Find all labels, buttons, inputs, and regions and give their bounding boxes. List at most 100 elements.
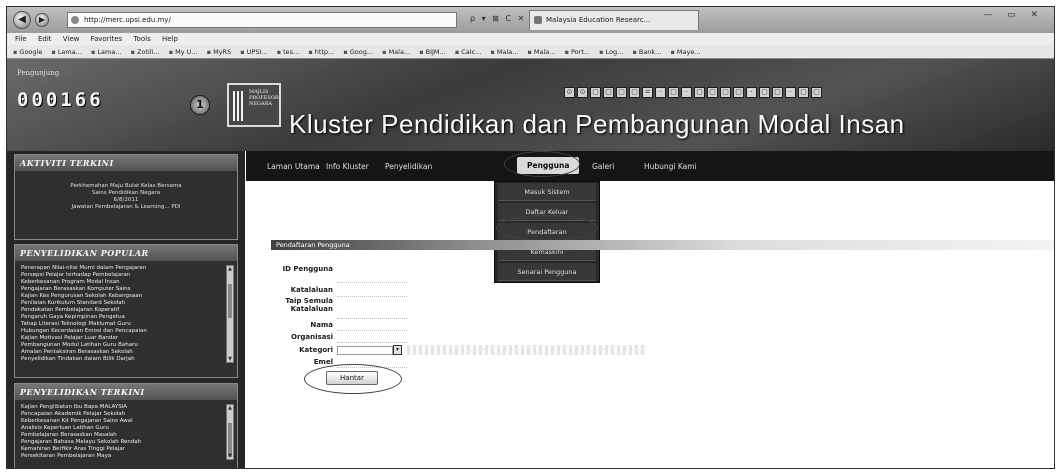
menu-file[interactable]: File <box>15 35 27 43</box>
favorite-link[interactable]: Mala... <box>528 48 556 56</box>
research-link[interactable]: Penilaian Kurikulum Standard Sekolah <box>21 300 223 307</box>
scroll-up-icon[interactable]: ▲ <box>227 266 233 272</box>
favorite-link[interactable]: Maye... <box>670 48 700 56</box>
header-deco-icon: · <box>785 87 796 98</box>
menu-tools[interactable]: Tools <box>133 35 150 43</box>
latest-research-list[interactable]: ▲ ▼ Kajian Penglibatan Ibu Bapa MALAYSIA P… <box>15 400 237 464</box>
favorite-link[interactable]: My U... <box>169 48 198 56</box>
research-link[interactable]: Pendekatan Pembelajaran Koperatif <box>21 307 223 314</box>
taip-semula-katalaluan-input[interactable] <box>337 309 407 319</box>
research-link[interactable]: Pembelajaran Berasaskan Masalah <box>21 432 223 439</box>
nama-input[interactable] <box>337 321 407 331</box>
latest-scrollbar[interactable]: ▲ ▼ <box>226 404 234 460</box>
address-controls[interactable]: ρ ▾ ⊠ C ✕ <box>470 14 526 23</box>
favorite-link[interactable]: Google <box>13 48 42 56</box>
activity-heading: AKTIVITI TERKINI <box>15 155 237 171</box>
header-deco-icon: ▢ <box>798 87 809 98</box>
scroll-down-icon[interactable]: ▼ <box>227 453 233 459</box>
council-logo: MAJLIS PROFESOR NEGARA <box>227 83 281 127</box>
favorite-link[interactable]: http... <box>308 48 334 56</box>
katalaluan-input[interactable] <box>337 287 407 297</box>
favorite-link[interactable]: Bank... <box>632 48 661 56</box>
scroll-down-icon[interactable]: ▼ <box>227 356 233 362</box>
favorite-link[interactable]: Lama... <box>91 48 122 56</box>
label-organisasi: Organisasi <box>291 333 333 341</box>
favorite-link[interactable]: Mala... <box>490 48 518 56</box>
tab-title: Malaysia Education Researc... <box>546 16 651 24</box>
favorite-link[interactable]: tes... <box>277 48 300 56</box>
favorites-bar: Google Lama... Lama... Zotili... My U...… <box>7 45 1054 59</box>
favorite-link[interactable]: BIJM... <box>419 48 446 56</box>
favorite-link[interactable]: Port... <box>565 48 591 56</box>
highlight-oval-hantar <box>304 364 402 394</box>
window-controls[interactable]: — ▭ ✕ <box>983 10 1044 20</box>
research-link[interactable]: Amalan Pentaksiran Berasaskan Sekolah <box>21 349 223 356</box>
research-link[interactable]: Pengaruh Gaya Kepimpinan Pengetua <box>21 314 223 321</box>
site-favicon-icon <box>71 16 79 24</box>
header-deco-icon: · <box>681 87 692 98</box>
header-icon-strip: ⊙ ⊙ ▢ ▢ ▢ ▢ = · ▢ · ▢ ▢ ▢ ▢ · ▢ ▢ · ▢ ▢ <box>564 87 822 98</box>
research-link[interactable]: Pengajaran Bahasa Melayu Sekolah Rendah <box>21 439 223 446</box>
id-pengguna-input[interactable] <box>337 273 407 283</box>
site-header: Pengunjung 000166 1 MAJLIS PROFESOR NEGA… <box>7 59 1054 151</box>
organisasi-input[interactable] <box>337 333 407 343</box>
research-link[interactable]: Tahap Literasi Teknologi Maklumat Guru <box>21 321 223 328</box>
menu-help[interactable]: Help <box>162 35 178 43</box>
research-link[interactable]: Pencapaian Akademik Pelajar Sekolah <box>21 411 223 418</box>
research-link[interactable]: Keberkesanan Program Modal Insan <box>21 279 223 286</box>
tab-favicon-icon <box>534 16 542 24</box>
activity-line: Sains Pendidikan Negara <box>91 190 161 196</box>
scroll-thumb[interactable] <box>228 423 232 457</box>
visitor-counter-label: Pengunjung <box>17 69 60 77</box>
popular-scrollbar[interactable]: ▲ ▼ <box>226 265 234 363</box>
popular-research-list[interactable]: ▲ ▼ Penerapan Nilai-nilai Murni dalam Pen… <box>15 261 237 367</box>
favorite-link[interactable]: Mala... <box>382 48 410 56</box>
dropdown-item-masuk-sistem[interactable]: Masuk Sistem <box>498 183 596 201</box>
header-deco-icon: ▢ <box>629 87 640 98</box>
chevron-down-icon[interactable]: ▾ <box>393 345 402 355</box>
favorite-link[interactable]: Calc... <box>455 48 482 56</box>
label-katalaluan: Katalaluan <box>290 286 333 294</box>
dropdown-item-senarai-pengguna[interactable]: Senarai Pengguna <box>498 263 596 281</box>
research-link[interactable]: Keberkesanan Kit Pengajaran Sains Awal <box>21 418 223 425</box>
back-button[interactable]: ◀ <box>13 11 31 29</box>
address-bar[interactable]: http://merc.upsi.edu.my/ <box>67 12 457 28</box>
menu-favorites[interactable]: Favorites <box>91 35 123 43</box>
menu-edit[interactable]: Edit <box>38 35 52 43</box>
research-link[interactable]: Pembangunan Modul Latihan Guru Baharu <box>21 342 223 349</box>
browser-tab[interactable]: Malaysia Education Researc... <box>529 10 699 30</box>
favorite-link[interactable]: UPSI... <box>240 48 267 56</box>
research-link[interactable]: Penyelidikan Tindakan dalam Bilik Darjah <box>21 356 223 363</box>
research-link[interactable]: Kajian Motivasi Pelajar Luar Bandar <box>21 335 223 342</box>
favorite-link[interactable]: MyRS <box>207 48 232 56</box>
header-deco-icon: ▢ <box>733 87 744 98</box>
favorite-link[interactable]: Log... <box>599 48 623 56</box>
scroll-thumb[interactable] <box>228 284 232 318</box>
research-link[interactable]: Analisis Keperluan Latihan Guru <box>21 425 223 432</box>
kategori-select[interactable] <box>337 346 393 355</box>
research-link[interactable]: Kajian Penglibatan Ibu Bapa MALAYSIA <box>21 404 223 411</box>
nav-galeri[interactable]: Galeri <box>592 162 614 171</box>
menu-view[interactable]: View <box>63 35 80 43</box>
research-link[interactable]: Hubungan Kecerdasan Emosi dan Pencapaian <box>21 328 223 335</box>
activity-panel: AKTIVITI TERKINI Perkhemahan Maju Bulat … <box>14 154 238 240</box>
nav-hubungi-kami[interactable]: Hubungi Kami <box>644 162 697 171</box>
favorite-link[interactable]: Zotili... <box>131 48 160 56</box>
research-link[interactable]: Kajian Kes Pengurusan Sekolah Kebangsaan <box>21 293 223 300</box>
forward-button[interactable]: ▶ <box>35 13 49 27</box>
research-link[interactable]: Persekitaran Pembelajaran Maya <box>21 453 223 460</box>
favorite-link[interactable]: Lama... <box>51 48 82 56</box>
form-header-bar: Pendaftaran Pengguna <box>271 240 1054 250</box>
nav-penyelidikan[interactable]: Penyelidikan <box>385 162 432 171</box>
nav-info-kluster[interactable]: Info Kluster <box>326 162 369 171</box>
scroll-up-icon[interactable]: ▲ <box>227 405 233 411</box>
label-id-pengguna: ID Pengguna <box>282 265 333 273</box>
research-link[interactable]: Kemahiran Berfikir Aras Tinggi Pelajar <box>21 446 223 453</box>
nav-laman-utama[interactable]: Laman Utama <box>267 162 320 171</box>
research-link[interactable]: Persepsi Pelajar terhadap Pembelajaran <box>21 272 223 279</box>
research-link[interactable]: Pengajaran Berasaskan Komputer Sains <box>21 286 223 293</box>
research-link[interactable]: Penerapan Nilai-nilai Murni dalam Pengaj… <box>21 265 223 272</box>
favorite-link[interactable]: Goog... <box>343 48 373 56</box>
header-deco-icon: ▢ <box>603 87 614 98</box>
menu-bar: File Edit View Favorites Tools Help <box>7 33 1054 45</box>
